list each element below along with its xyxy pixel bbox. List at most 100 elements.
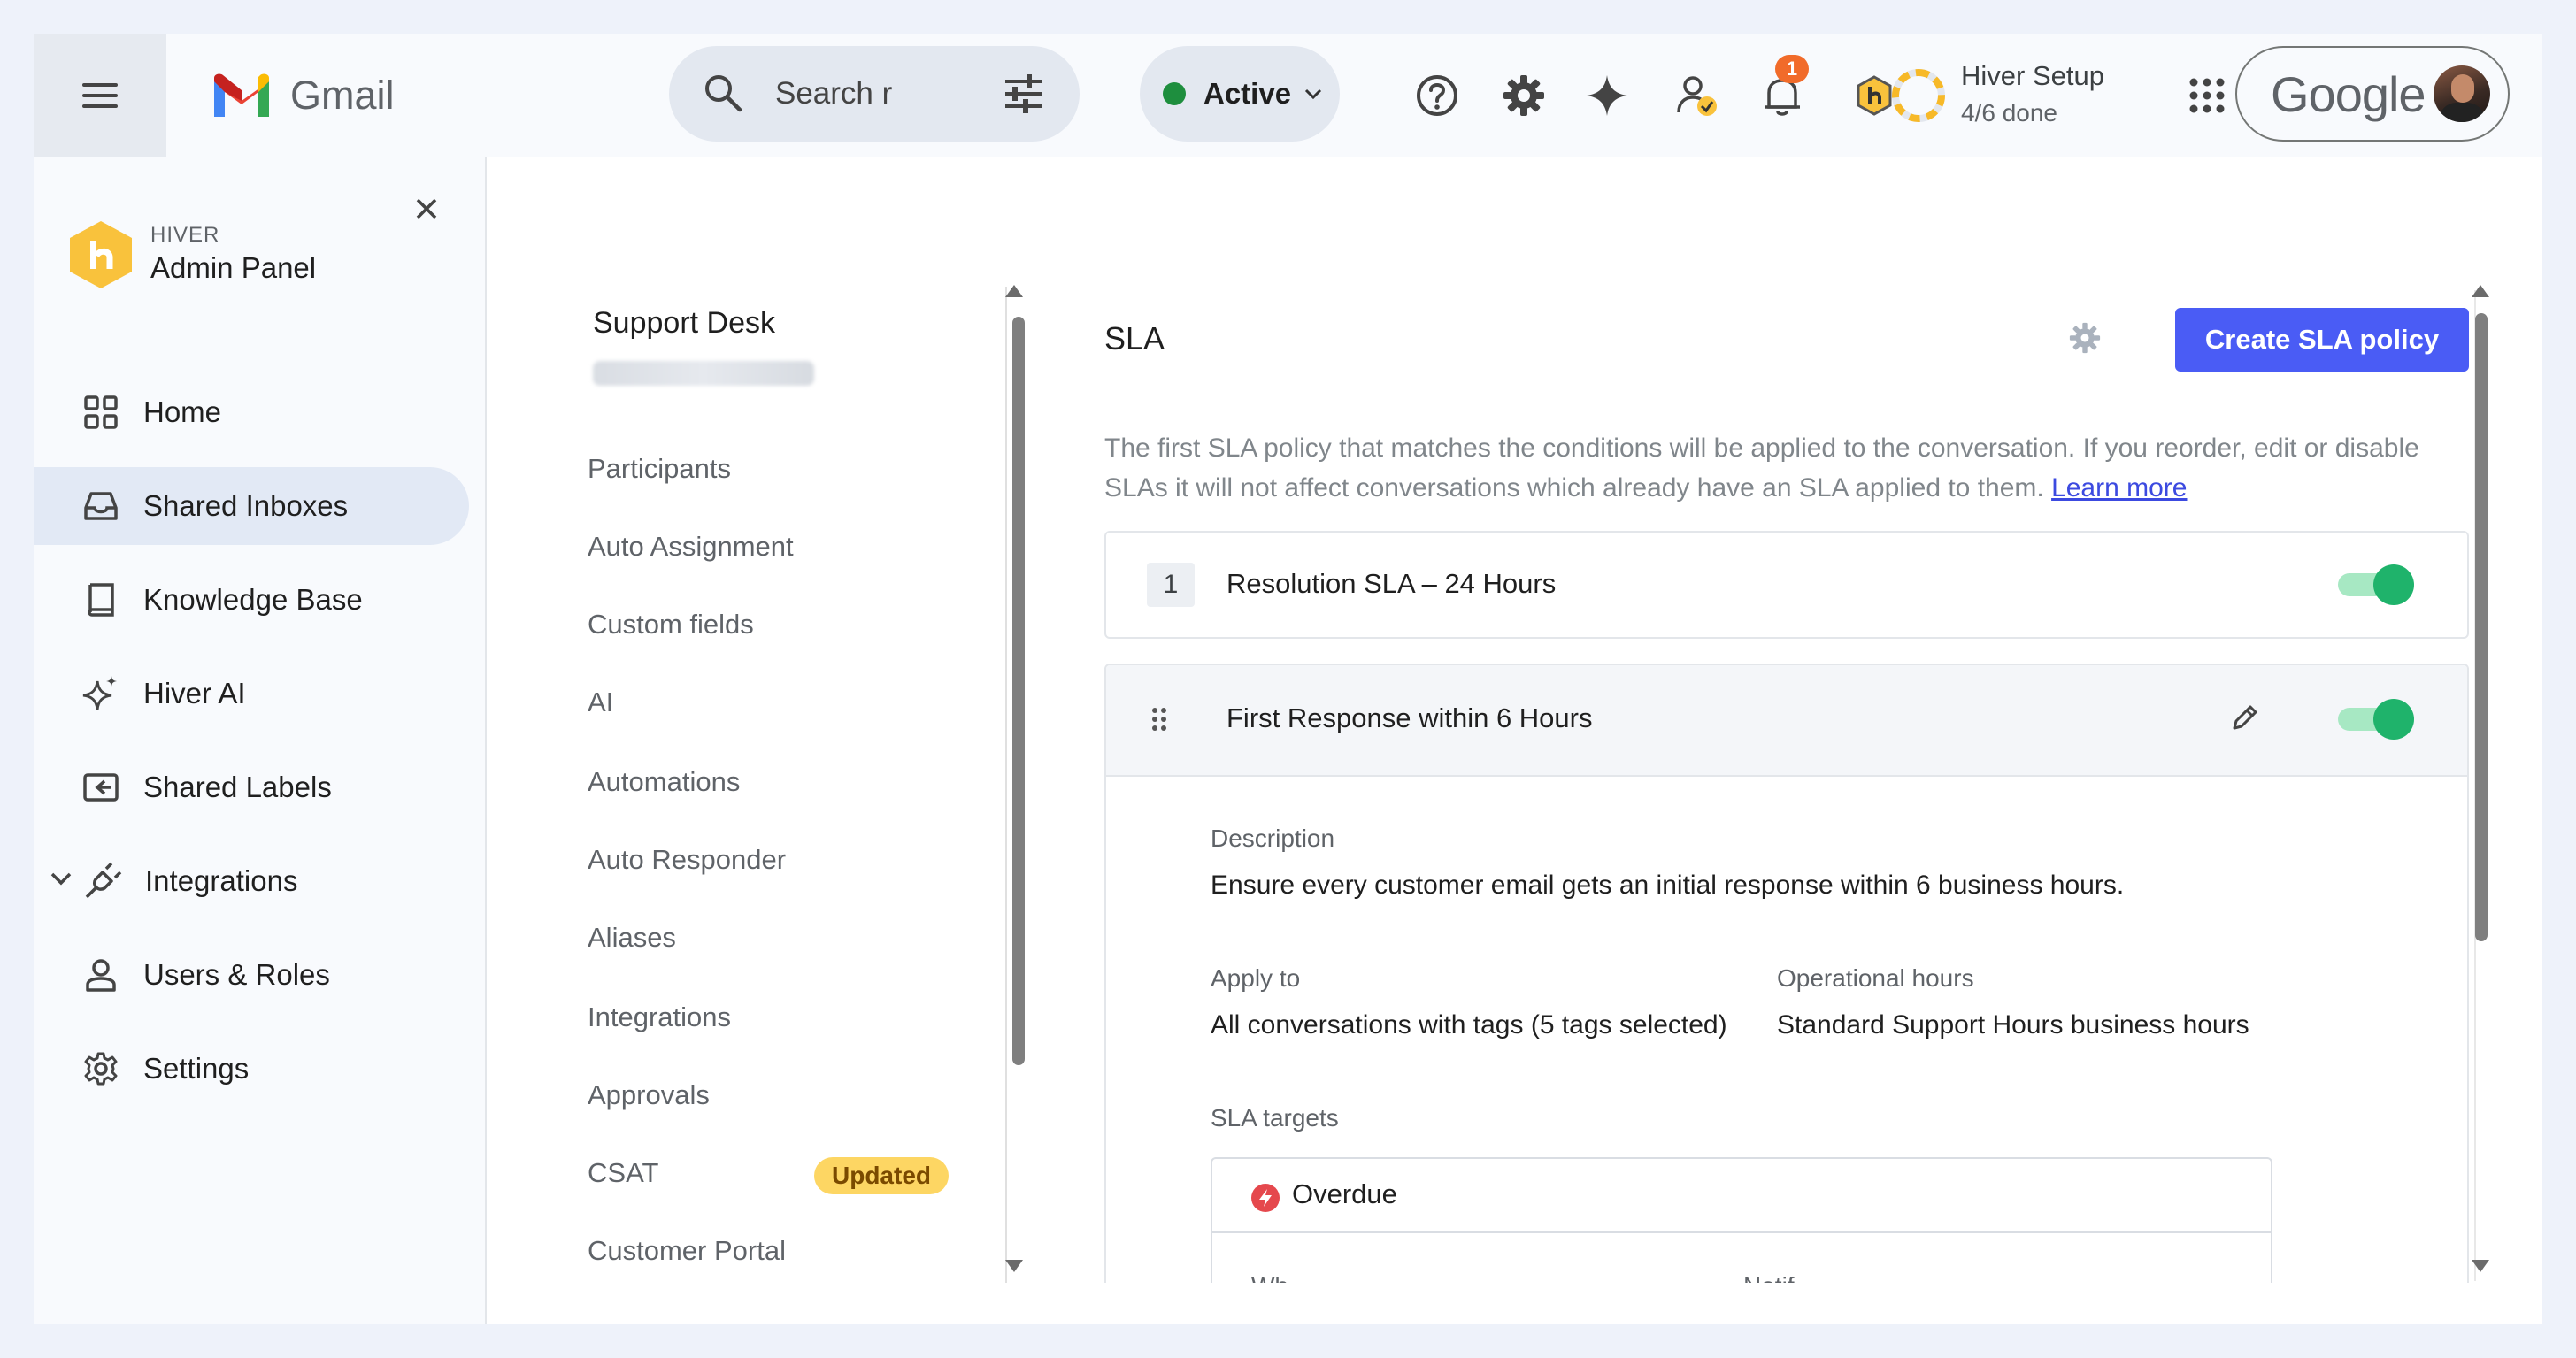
sidebar-item-label: Shared Inboxes [143,489,349,522]
sidebar-item-label: Integrations [145,864,298,897]
sparkle-icon [1587,75,1627,116]
apps-grid-icon [2189,78,2225,113]
content-clip-edge [1060,1283,2511,1324]
sla-policy-row[interactable]: 1 Resolution SLA – 24 Hours [1104,531,2469,639]
google-apps-button[interactable] [2180,69,2234,122]
policy-enable-toggle[interactable] [2338,564,2414,605]
google-wordmark: Google [2271,66,2426,122]
sla-targets-label: SLA targets [1211,1104,1339,1132]
label-icon [81,768,120,807]
search-icon[interactable] [703,73,743,113]
status-label: Active [1203,77,1292,110]
subnav-item-integrations[interactable]: Integrations [588,1001,731,1033]
search-options-icon[interactable] [1003,74,1044,113]
gear-icon[interactable] [2069,322,2101,354]
subnav-item-approvals[interactable]: Approvals [588,1079,710,1111]
close-icon[interactable] [414,196,439,221]
sparkle-icon [81,674,120,713]
create-sla-policy-button[interactable]: Create SLA policy [2175,308,2469,372]
chevron-down-icon[interactable] [50,871,73,886]
gmail-m-icon [214,73,269,117]
support-button[interactable] [1411,69,1464,122]
edit-icon[interactable] [2230,702,2260,733]
sidebar-item-label: Knowledge Base [143,583,363,616]
inbox-name: Support Desk [593,306,775,340]
gmail-wordmark: Gmail [290,73,395,118]
user-icon [81,955,120,994]
drag-handle-icon[interactable] [1150,706,1168,733]
sidebar-item-shared-inboxes[interactable]: Shared Inboxes [34,467,469,545]
status-dropdown[interactable]: Active [1140,46,1340,142]
target-row-overdue: Overdue [1212,1159,2271,1233]
notification-count-badge: 1 [1775,55,1809,83]
gmail-top-bar: Gmail Active [34,34,2542,157]
sla-policy-header[interactable]: First Response within 6 Hours [1106,665,2467,777]
sidebar-item-label: Hiver AI [143,677,246,710]
subnav-item-custom-fields[interactable]: Custom fields [588,609,754,641]
admin-sidebar [34,157,487,1324]
avatar[interactable] [2434,65,2490,122]
settings-button[interactable] [1497,69,1550,122]
subnav-item-automations[interactable]: Automations [588,766,740,798]
book-icon [81,580,120,619]
setup-title[interactable]: Hiver Setup [1961,60,2104,92]
mail-search-bar[interactable] [669,46,1080,142]
app-window: Gmail Active [34,34,2542,1324]
user-check-icon [1677,76,1717,116]
learn-more-link[interactable]: Learn more [2051,473,2187,503]
hamburger-icon [82,83,118,108]
sidebar-item-users-roles[interactable]: Users & Roles [34,936,469,1014]
subnav-item-participants[interactable]: Participants [588,453,731,485]
sidebar-item-hiver-ai[interactable]: Hiver AI [34,655,469,733]
gear-icon [81,1049,120,1088]
status-dot [1163,82,1186,105]
gmail-logo[interactable]: Gmail [211,69,395,122]
policy-order-number: 1 [1147,563,1195,607]
description-value: Ensure every customer email gets an init… [1211,871,2125,900]
scroll-up-arrow[interactable] [2472,285,2489,297]
subnav-item-auto-assignment[interactable]: Auto Assignment [588,531,794,563]
hiver-users-button[interactable] [1671,69,1724,122]
subnav-item-aliases[interactable]: Aliases [588,922,676,954]
setup-progress-text: 4/6 done [1961,99,2057,127]
apply-to-label: Apply to [1211,964,1301,992]
sidebar-item-label: Users & Roles [143,958,330,991]
plug-icon [83,862,122,901]
scroll-up-arrow[interactable] [1005,285,1023,297]
description-label: Description [1211,825,1335,852]
sidebar-item-shared-labels[interactable]: Shared Labels [34,748,469,826]
grid-icon [81,393,120,432]
scroll-down-arrow[interactable] [2472,1260,2489,1272]
sidebar-item-integrations[interactable]: Integrations [34,842,469,920]
operational-hours-value: Standard Support Hours business hours [1777,1010,2249,1040]
subnav-item-customer-portal[interactable]: Customer Portal [588,1235,786,1267]
target-name: Overdue [1292,1178,1397,1209]
policy-name: First Response within 6 Hours [1226,702,1593,733]
subnav-item-ai[interactable]: AI [588,687,613,718]
setup-progress-ring[interactable] [1888,65,1949,126]
sidebar-item-knowledge-base[interactable]: Knowledge Base [34,561,469,639]
subnav-scrollbar-thumb[interactable] [1012,317,1025,1065]
admin-panel-title: Admin Panel [150,251,317,284]
search-input[interactable] [775,73,908,115]
main-menu-button[interactable] [34,34,166,157]
content-scrollbar-thumb[interactable] [2475,313,2488,941]
gemini-button[interactable] [1580,69,1634,122]
sidebar-item-label: Shared Labels [143,771,332,803]
sidebar-item-label: Home [143,395,222,428]
policy-enable-toggle[interactable] [2338,699,2414,740]
apply-to-value: All conversations with tags (5 tags sele… [1211,1010,1727,1040]
subnav-item-csat[interactable]: CSAT [588,1157,658,1189]
scroll-down-arrow[interactable] [1005,1260,1023,1272]
brand-name: HIVER [150,223,220,247]
sidebar-item-label: Settings [143,1052,250,1085]
page-title: SLA [1104,320,1165,357]
subnav-item-auto-responder[interactable]: Auto Responder [588,844,786,876]
policy-name: Resolution SLA – 24 Hours [1226,568,1557,599]
sidebar-item-home[interactable]: Home [34,373,469,451]
gear-icon [1503,75,1544,116]
chevron-down-icon [1305,88,1322,100]
sla-policy-expanded: First Response within 6 Hours Descriptio… [1104,664,2469,1324]
sidebar-item-settings[interactable]: Settings [34,1030,469,1108]
hiver-admin-logo-icon [70,221,132,288]
